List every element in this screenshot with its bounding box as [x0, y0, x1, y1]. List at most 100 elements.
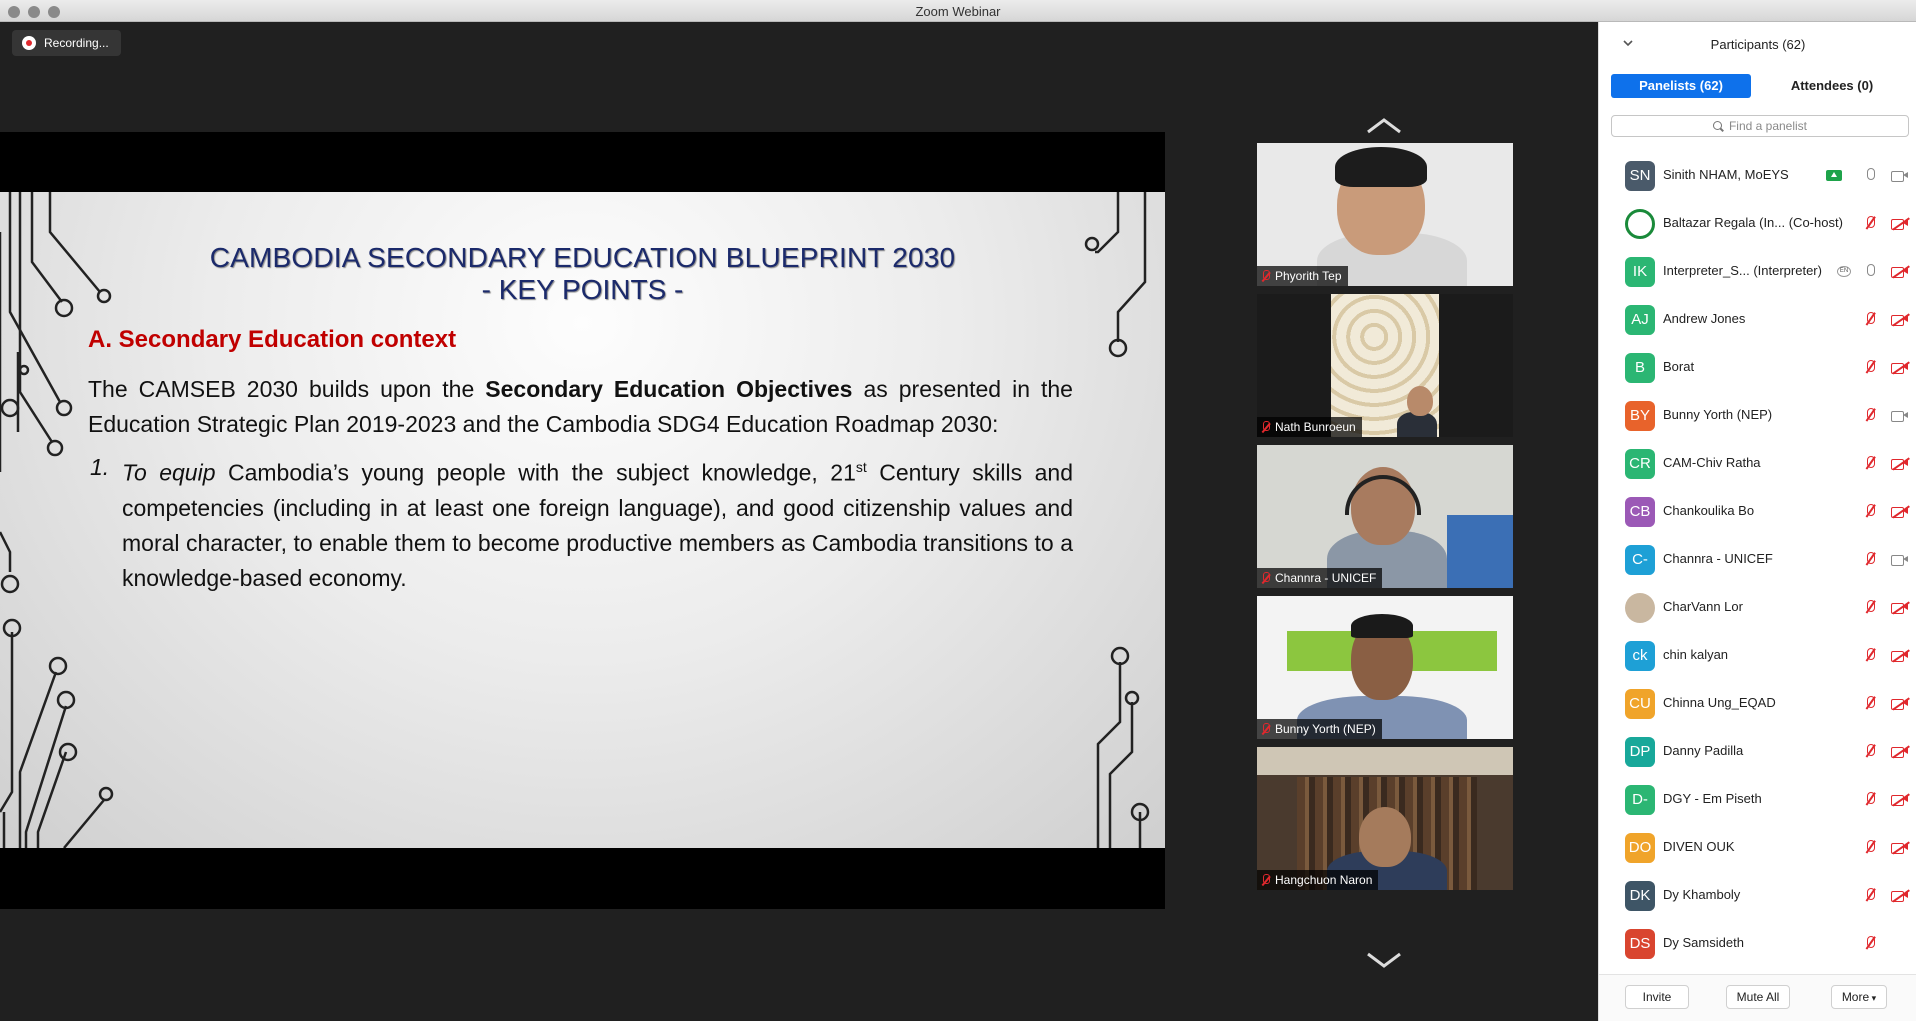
camera-off-icon[interactable]: [1891, 793, 1910, 807]
mic-icon[interactable]: [1863, 263, 1877, 279]
participant-name: Chankoulika Bo: [1663, 503, 1755, 518]
camera-off-icon[interactable]: [1891, 889, 1910, 903]
avatar: DS: [1625, 929, 1655, 959]
participant-row[interactable]: DP Danny Padilla: [1599, 727, 1916, 775]
camera-off-icon[interactable]: [1891, 745, 1910, 759]
avatar: DP: [1625, 737, 1655, 767]
tab-attendees[interactable]: Attendees (0): [1759, 74, 1905, 98]
participant-row[interactable]: DO DIVEN OUK: [1599, 823, 1916, 871]
participant-row[interactable]: DK Dy Khamboly: [1599, 871, 1916, 919]
scroll-up-arrow-icon[interactable]: [1364, 114, 1404, 136]
slash-icon: [1892, 313, 1910, 327]
window-titlebar: Zoom Webinar: [0, 0, 1916, 22]
camera-off-icon[interactable]: [1891, 361, 1910, 375]
screen-share-icon: [1826, 170, 1842, 181]
participant-name: CharVann Lor: [1663, 599, 1743, 614]
slide-section-heading: A. Secondary Education context: [88, 326, 457, 353]
muted-mic-icon[interactable]: [1863, 695, 1877, 711]
video-tile-name: Channra - UNICEF: [1257, 568, 1383, 588]
participant-name: CAM-Chiv Ratha: [1663, 455, 1761, 470]
avatar: IK: [1625, 257, 1655, 287]
muted-mic-icon[interactable]: [1863, 359, 1877, 375]
participant-name: Danny Padilla: [1663, 743, 1744, 758]
invite-button[interactable]: Invite: [1625, 985, 1689, 1009]
video-tile-2[interactable]: Nath Bunroeun: [1257, 294, 1513, 437]
avatar: DK: [1625, 881, 1655, 911]
camera-off-icon[interactable]: [1891, 265, 1910, 279]
video-tile-1[interactable]: Phyorith Tep: [1257, 143, 1513, 286]
scroll-down-arrow-icon[interactable]: [1364, 950, 1404, 972]
muted-mic-icon[interactable]: [1863, 311, 1877, 327]
muted-mic-icon[interactable]: [1863, 455, 1877, 471]
panelist-search-input[interactable]: Find a panelist: [1611, 115, 1909, 137]
participant-row[interactable]: IK Interpreter_S... (Interpreter) EN: [1599, 247, 1916, 295]
participants-panel: Participants (62) Panelists (62) Attende…: [1598, 22, 1916, 1021]
slide-paragraph: The CAMSEB 2030 builds upon the Secondar…: [88, 372, 1073, 442]
avatar: B: [1625, 353, 1655, 383]
participant-row[interactable]: DS Dy Samsideth: [1599, 919, 1916, 967]
avatar: [1625, 209, 1655, 239]
participant-row[interactable]: D- DGY - Em Piseth: [1599, 775, 1916, 823]
mic-icon[interactable]: [1863, 167, 1877, 183]
participant-row[interactable]: C- Channra - UNICEF: [1599, 535, 1916, 583]
participant-name: Dy Samsideth: [1663, 935, 1744, 950]
list-item-text-a: Cambodia’s young people with the subject…: [215, 459, 856, 486]
camera-off-icon[interactable]: [1891, 649, 1910, 663]
camera-icon[interactable]: [1891, 170, 1909, 182]
more-button[interactable]: More ▾: [1831, 985, 1887, 1009]
participant-name: Baltazar Regala (In... (Co-host): [1663, 215, 1843, 230]
participant-row[interactable]: CB Chankoulika Bo: [1599, 487, 1916, 535]
camera-off-icon[interactable]: [1891, 601, 1910, 615]
list-item-sup: st: [855, 459, 867, 475]
para-prefix: The CAMSEB 2030 builds upon the: [88, 376, 486, 402]
participant-row[interactable]: ck chin kalyan: [1599, 631, 1916, 679]
tab-panelists[interactable]: Panelists (62): [1611, 74, 1751, 98]
muted-mic-icon[interactable]: [1863, 887, 1877, 903]
muted-mic-icon[interactable]: [1863, 503, 1877, 519]
avatar: CB: [1625, 497, 1655, 527]
muted-mic-icon: [1261, 572, 1271, 584]
slide-title-line1: CAMBODIA SECONDARY EDUCATION BLUEPRINT 2…: [209, 242, 956, 273]
participant-name: Interpreter_S... (Interpreter): [1663, 263, 1822, 278]
participant-name: Bunny Yorth (NEP): [1663, 407, 1773, 422]
participant-row[interactable]: CharVann Lor: [1599, 583, 1916, 631]
participant-name: DIVEN OUK: [1663, 839, 1735, 854]
camera-off-icon[interactable]: [1891, 505, 1910, 519]
camera-off-icon[interactable]: [1891, 313, 1910, 327]
recording-indicator[interactable]: Recording...: [12, 30, 121, 56]
participant-row[interactable]: CR CAM-Chiv Ratha: [1599, 439, 1916, 487]
muted-mic-icon[interactable]: [1863, 935, 1877, 951]
camera-off-icon[interactable]: [1891, 697, 1910, 711]
avatar: C-: [1625, 545, 1655, 575]
camera-off-icon[interactable]: [1891, 457, 1910, 471]
muted-mic-icon[interactable]: [1863, 599, 1877, 615]
avatar: BY: [1625, 401, 1655, 431]
avatar: [1625, 593, 1655, 623]
muted-mic-icon[interactable]: [1863, 743, 1877, 759]
camera-icon[interactable]: [1891, 554, 1909, 566]
participant-row[interactable]: BY Bunny Yorth (NEP): [1599, 391, 1916, 439]
panel-footer: Invite Mute All More ▾: [1599, 974, 1916, 1021]
participant-row[interactable]: B Borat: [1599, 343, 1916, 391]
mute-all-button[interactable]: Mute All: [1726, 985, 1790, 1009]
muted-mic-icon[interactable]: [1863, 839, 1877, 855]
participant-row[interactable]: AJ Andrew Jones: [1599, 295, 1916, 343]
participant-row[interactable]: SN Sinith NHAM, MoEYS: [1599, 151, 1916, 199]
slash-icon: [1892, 265, 1910, 279]
muted-mic-icon[interactable]: [1863, 215, 1877, 231]
muted-mic-icon[interactable]: [1863, 407, 1877, 423]
slash-icon: [1892, 457, 1910, 471]
muted-mic-icon[interactable]: [1863, 791, 1877, 807]
participant-row[interactable]: CU Chinna Ung_EQAD: [1599, 679, 1916, 727]
participant-row[interactable]: Baltazar Regala (In... (Co-host): [1599, 199, 1916, 247]
video-tile-3[interactable]: Channra - UNICEF: [1257, 445, 1513, 588]
camera-off-icon[interactable]: [1891, 841, 1910, 855]
muted-mic-icon[interactable]: [1863, 551, 1877, 567]
camera-icon[interactable]: [1891, 410, 1909, 422]
slash-icon: [1892, 841, 1910, 855]
camera-off-icon[interactable]: [1891, 217, 1910, 231]
video-tile-5[interactable]: Hangchuon Naron: [1257, 747, 1513, 890]
video-tile-4[interactable]: Bunny Yorth (NEP): [1257, 596, 1513, 739]
participant-name: Chinna Ung_EQAD: [1663, 695, 1776, 710]
muted-mic-icon[interactable]: [1863, 647, 1877, 663]
